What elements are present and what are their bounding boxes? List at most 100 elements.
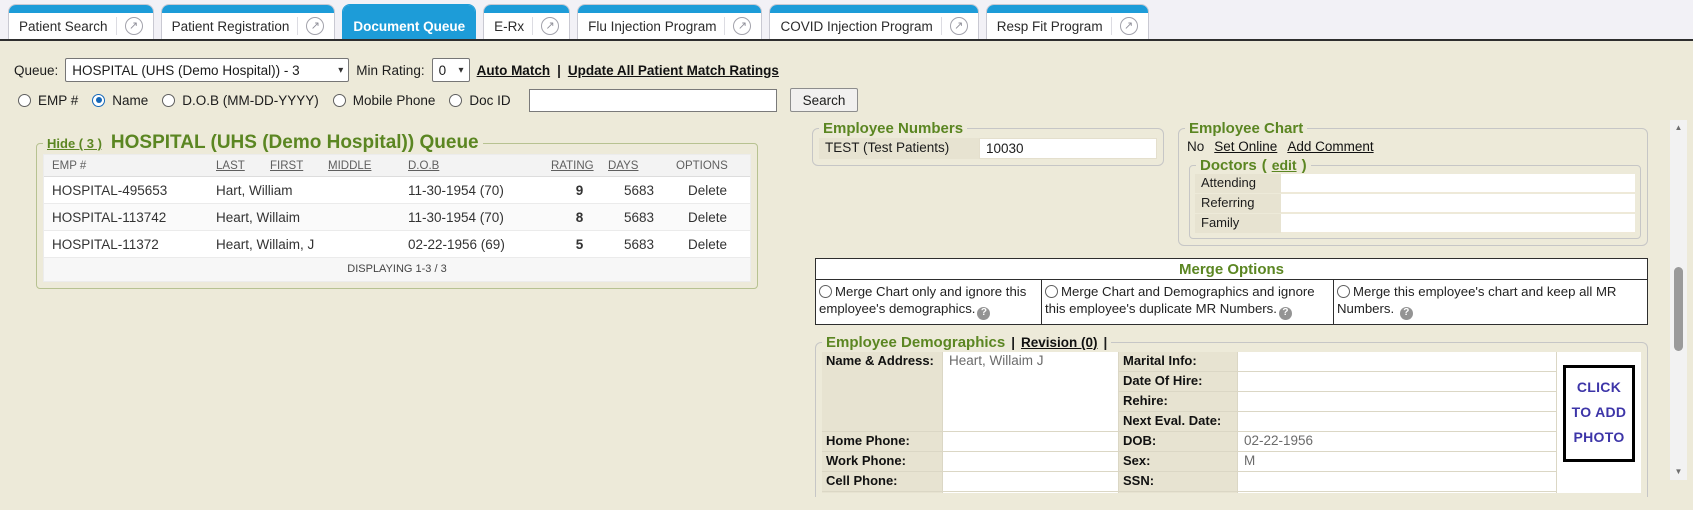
tab-separator [941,17,942,35]
home-phone-label: Home Phone: [822,432,942,451]
tab-accent-bar [578,5,761,13]
radio-merge-keep-mr-numbers[interactable] [1337,285,1350,298]
help-icon[interactable]: ? [977,307,990,320]
radio-name[interactable] [92,94,105,107]
employee-numbers-panel: Employee Numbers TEST (Test Patients) 10… [812,120,1164,166]
queue-select[interactable]: HOSPITAL (UHS (Demo Hospital)) - 3 ▾ [65,58,349,82]
cell-phone-value [943,472,1118,491]
rehire-value [1238,392,1556,411]
tab-patient-search[interactable]: Patient Search ↗ [8,4,154,39]
tab-patient-registration[interactable]: Patient Registration ↗ [161,4,336,39]
tab-separator [116,17,117,35]
external-link-icon[interactable]: ↗ [306,17,324,35]
employee-number-field[interactable]: 10030 [979,138,1157,159]
sex-value: M [1238,452,1556,471]
help-icon[interactable]: ? [1279,307,1292,320]
name-cell: Hart, William [216,183,408,198]
work-phone-value [943,452,1118,471]
tab-accent-bar [162,5,335,13]
pipe-separator: | [1011,335,1015,350]
radio-label-doc-id[interactable]: Doc ID [469,93,510,108]
attending-label: Attending [1195,174,1281,193]
family-field[interactable] [1281,214,1635,233]
rating-cell: 8 [551,210,608,225]
dropdown-arrow-icon: ▾ [459,65,464,76]
merge-option-text: Merge this employee's chart and keep all… [1337,284,1616,316]
radio-merge-chart-only[interactable] [819,285,832,298]
delete-link[interactable]: Delete [676,210,750,225]
radio-label-name[interactable]: Name [112,93,148,108]
column-header-options: OPTIONS [676,160,750,172]
update-ratings-link[interactable]: Update All Patient Match Ratings [568,63,779,78]
table-row[interactable]: HOSPITAL-11372 Heart, Willaim, J 02-22-1… [44,231,750,258]
set-online-link[interactable]: Set Online [1214,139,1277,154]
revision-link[interactable]: Revision (0) [1021,335,1098,350]
external-link-icon[interactable]: ↗ [950,17,968,35]
queue-select-value: HOSPITAL (UHS (Demo Hospital)) - 3 [72,63,299,78]
attending-field[interactable] [1281,174,1635,193]
external-link-icon[interactable]: ↗ [1120,17,1138,35]
scrollbar-thumb[interactable] [1674,267,1683,351]
min-rating-select[interactable]: 0 ▾ [432,58,470,82]
tab-covid-injection-program[interactable]: COVID Injection Program ↗ [769,4,978,39]
add-photo-button[interactable]: CLICK TO ADD PHOTO [1563,365,1635,462]
radio-dob[interactable] [162,94,175,107]
doctors-title: Doctors [1200,157,1257,174]
column-header-rating[interactable]: RATING [551,160,608,172]
radio-label-emp-number[interactable]: EMP # [38,93,78,108]
scroll-down-button[interactable]: ▼ [1670,464,1687,480]
edit-doctors-link[interactable]: edit [1272,157,1297,173]
next-eval-date-label: Next Eval. Date: [1119,412,1237,431]
tab-label: Document Queue [353,19,465,34]
tab-separator [724,17,725,35]
help-icon[interactable]: ? [1400,307,1413,320]
referring-field[interactable] [1281,194,1635,213]
delete-link[interactable]: Delete [676,183,750,198]
queue-controls: Queue: HOSPITAL (UHS (Demo Hospital)) - … [14,58,779,82]
employee-demographics-panel: Employee Demographics | Revision (0) | N… [815,334,1648,497]
column-header-days[interactable]: DAYS [608,160,676,172]
work-phone-label: Work Phone: [822,452,942,471]
scroll-up-button[interactable]: ▲ [1670,120,1687,136]
column-header-first[interactable]: FIRST [270,160,328,172]
radio-emp-number[interactable] [18,94,31,107]
vertical-scrollbar[interactable]: ▲ ▼ [1670,120,1687,480]
delete-link[interactable]: Delete [676,237,750,252]
column-header-dob[interactable]: D.O.B [408,160,551,172]
hide-queue-link[interactable]: Hide ( 3 ) [47,136,102,151]
external-link-icon[interactable]: ↗ [125,17,143,35]
clipped-row-label [822,492,942,493]
employee-chart-title: Employee Chart [1189,120,1303,137]
external-link-icon[interactable]: ↗ [541,17,559,35]
tab-bar: Patient Search ↗ Patient Registration ↗ … [0,0,1693,41]
doctor-row: Referring [1195,194,1635,213]
table-row[interactable]: HOSPITAL-113742 Heart, Willaim 11-30-195… [44,204,750,231]
column-header-middle[interactable]: MIDDLE [328,160,408,172]
tab-flu-injection-program[interactable]: Flu Injection Program ↗ [577,4,762,39]
radio-doc-id[interactable] [449,94,462,107]
dob-label: DOB: [1119,432,1237,451]
tab-e-rx[interactable]: E-Rx ↗ [483,4,570,39]
app-window: Patient Search ↗ Patient Registration ↗ … [0,0,1693,510]
tab-resp-fit-program[interactable]: Resp Fit Program ↗ [986,4,1149,39]
add-comment-link[interactable]: Add Comment [1287,139,1373,154]
radio-mobile-phone[interactable] [333,94,346,107]
search-input[interactable] [529,89,777,112]
tab-separator [1111,17,1112,35]
radio-label-dob[interactable]: D.O.B (MM-DD-YYYY) [182,93,319,108]
demographics-title: Employee Demographics [826,334,1005,351]
external-link-icon[interactable]: ↗ [733,17,751,35]
column-header-last[interactable]: LAST [216,160,270,172]
search-button[interactable]: Search [790,88,859,112]
date-of-hire-label: Date Of Hire: [1119,372,1237,391]
demographics-grid: Name & Address: Heart, Willaim J Marital… [822,352,1641,493]
link-separator: | [557,63,561,78]
chart-status-row: No Set Online Add Comment [1187,139,1639,154]
auto-match-link[interactable]: Auto Match [477,63,551,78]
radio-label-mobile-phone[interactable]: Mobile Phone [353,93,436,108]
radio-merge-chart-demographics[interactable] [1045,285,1058,298]
table-row[interactable]: HOSPITAL-495653 Hart, William 11-30-1954… [44,177,750,204]
tab-label: Patient Registration [172,19,290,34]
tab-document-queue[interactable]: Document Queue [342,4,476,39]
tab-accent-bar [343,5,475,13]
